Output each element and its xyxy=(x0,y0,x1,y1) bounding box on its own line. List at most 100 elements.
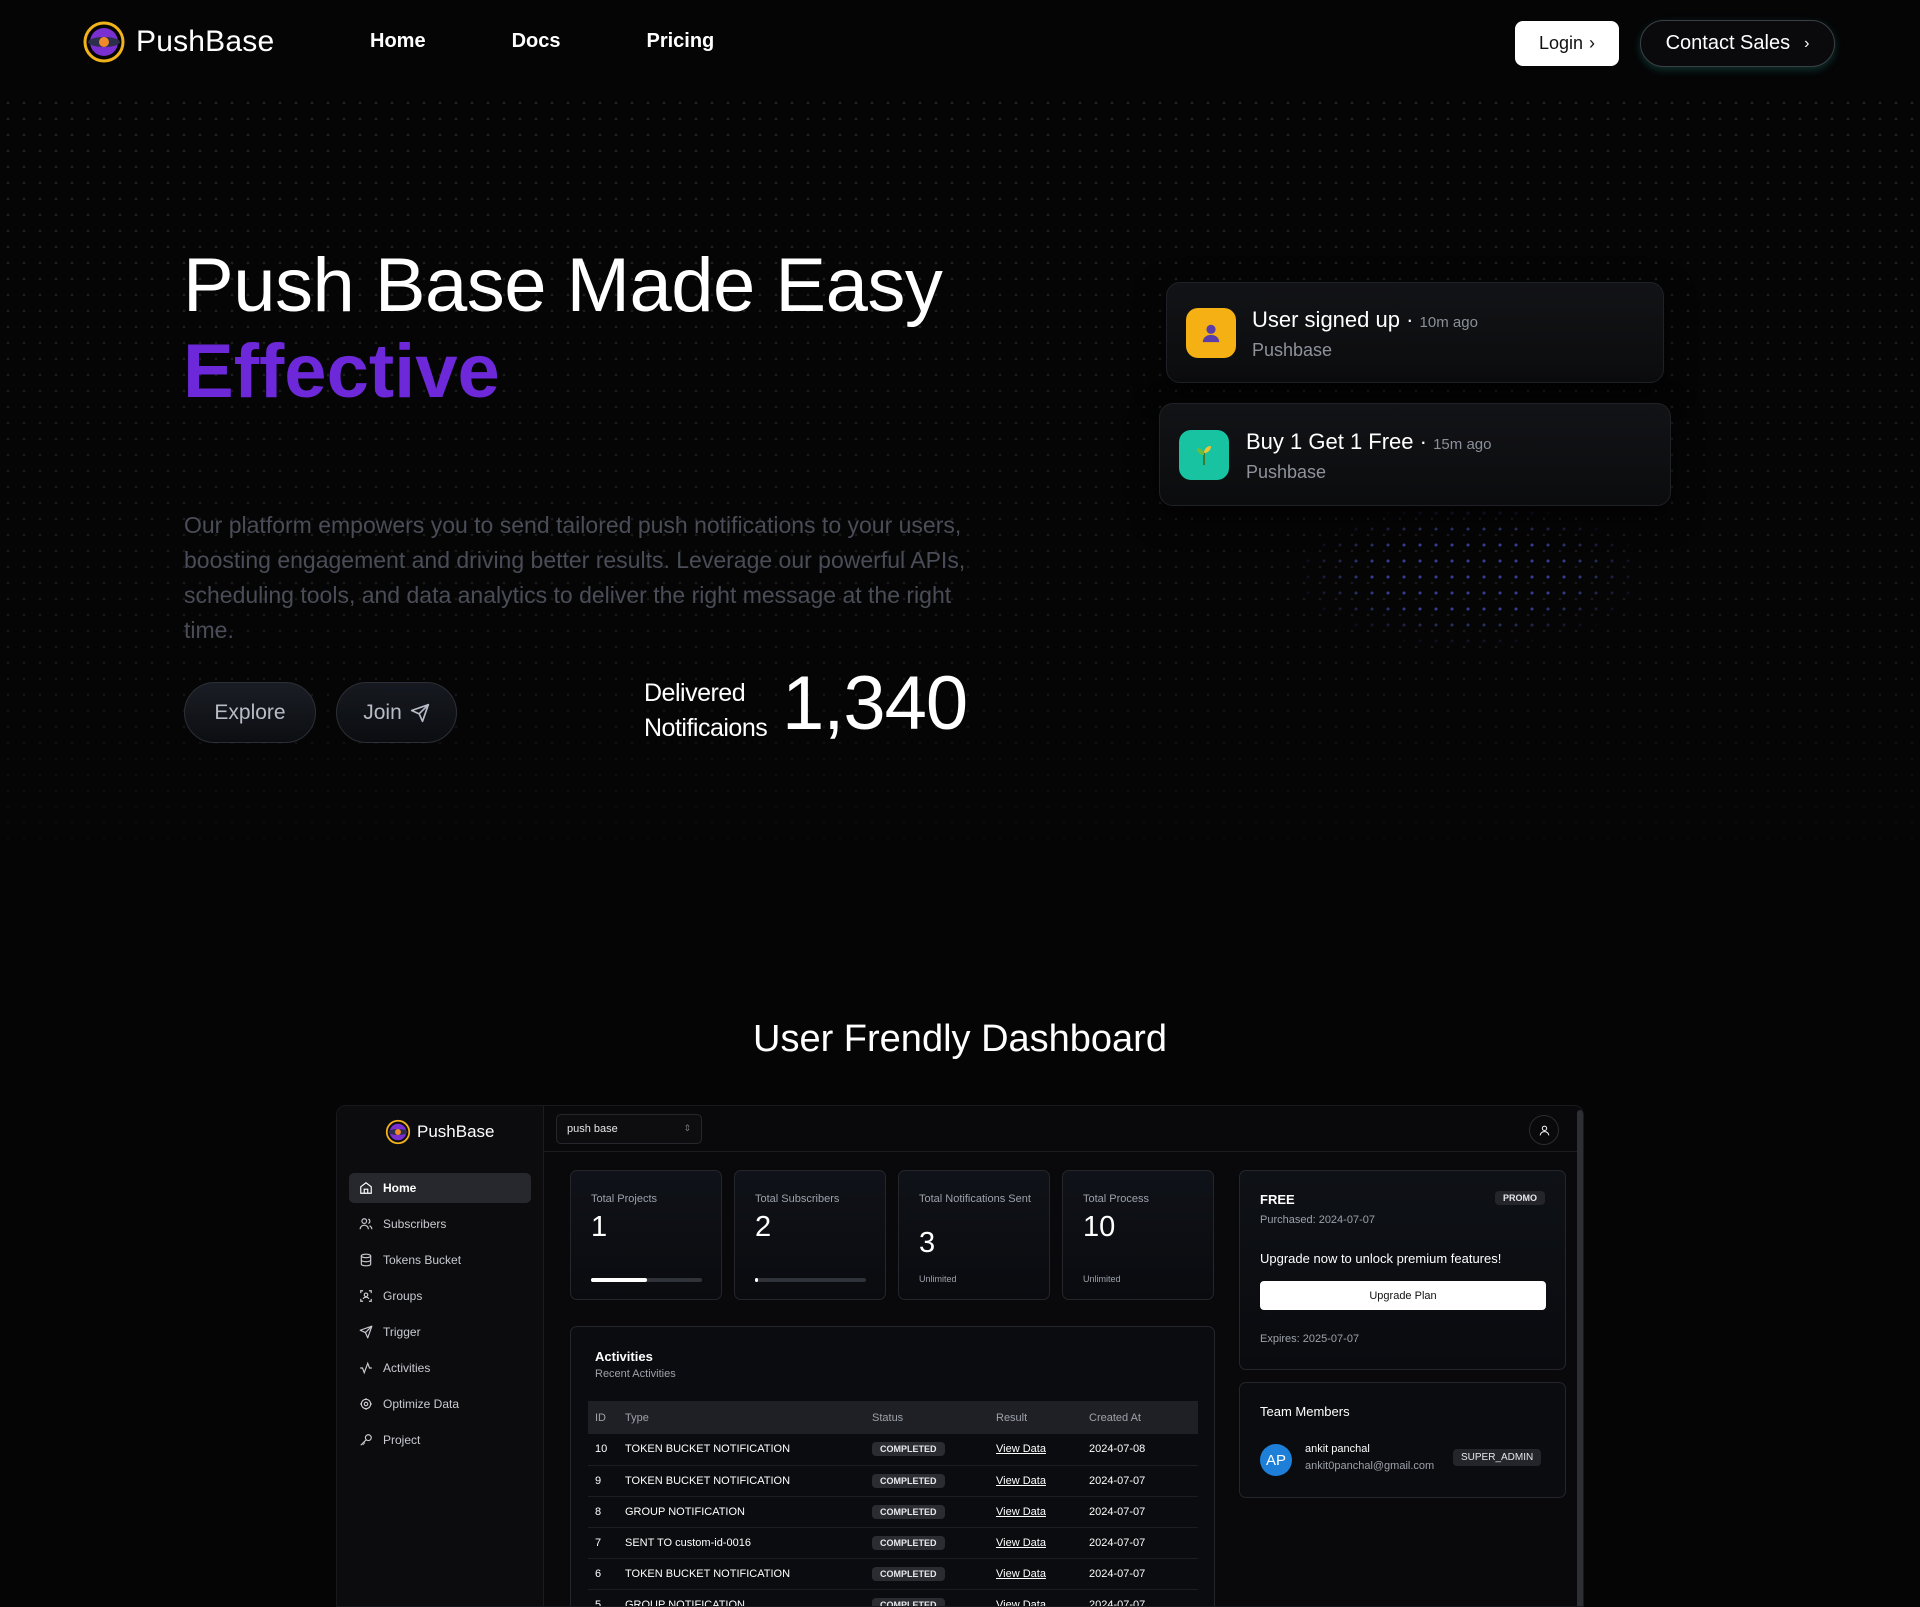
dashboard-brand[interactable]: PushBase xyxy=(385,1119,495,1145)
brand-logo[interactable]: PushBase xyxy=(82,20,274,64)
stat-value: 1 xyxy=(591,1211,608,1243)
cell-created-at: 2024-07-08 xyxy=(1082,1434,1198,1466)
upgrade-plan-button[interactable]: Upgrade Plan xyxy=(1260,1281,1546,1310)
notification-title: Buy 1 Get 1 Free · 15m ago xyxy=(1246,429,1492,454)
cell-created-at: 2024-07-07 xyxy=(1082,1527,1198,1559)
join-button[interactable]: Join xyxy=(336,682,457,743)
brand-name: PushBase xyxy=(136,25,275,58)
column-header-result: Result xyxy=(989,1401,1082,1434)
delivered-notifications-count: 1,340 xyxy=(782,661,968,746)
dashboard-nav: Home Subscribers Tokens Bucket Groups Tr… xyxy=(349,1173,531,1461)
upgrade-message: Upgrade now to unlock premium features! xyxy=(1260,1251,1502,1266)
user-menu-button[interactable] xyxy=(1529,1115,1559,1145)
stat-note: Unlimited xyxy=(1083,1274,1121,1284)
column-header-id: ID xyxy=(588,1401,618,1434)
sidebar-item-project[interactable]: Project xyxy=(349,1425,531,1455)
cell-type: SENT TO custom-id-0016 xyxy=(618,1527,865,1559)
key-icon xyxy=(360,1434,372,1446)
cell-id: 5 xyxy=(588,1589,618,1606)
user-icon xyxy=(1539,1125,1549,1135)
stat-label: Total Subscribers xyxy=(755,1193,840,1205)
dashboard-topbar: push base ⇕ xyxy=(544,1106,1583,1152)
team-members-card: Team Members AP ankit panchal ankit0panc… xyxy=(1239,1382,1566,1498)
dashboard-preview: PushBase Home Subscribers Tokens Bucket … xyxy=(336,1105,1584,1607)
sidebar-item-activities[interactable]: Activities xyxy=(349,1353,531,1383)
sidebar-item-home[interactable]: Home xyxy=(349,1173,531,1203)
notification-time: 10m ago xyxy=(1419,314,1478,331)
view-data-link[interactable]: View Data xyxy=(996,1599,1046,1607)
plant-icon xyxy=(1179,430,1229,480)
project-select[interactable]: push base ⇕ xyxy=(556,1114,702,1144)
nav-link-home[interactable]: Home xyxy=(370,30,426,53)
cell-result: View Data xyxy=(989,1558,1082,1590)
status-badge: COMPLETED xyxy=(872,1597,945,1606)
table-row: 5 GROUP NOTIFICATION COMPLETED View Data 202… xyxy=(588,1589,1198,1607)
explore-label: Explore xyxy=(214,700,286,724)
activities-table: ID Type Status Result Created At 10 TOKEN… xyxy=(588,1401,1198,1607)
stat-label: Total Process xyxy=(1083,1193,1150,1205)
stat-progress-fill xyxy=(591,1278,647,1282)
cell-type: GROUP NOTIFICATION xyxy=(618,1589,865,1606)
sidebar-item-optimize-data[interactable]: Optimize Data xyxy=(349,1389,531,1419)
login-label: Login xyxy=(1538,33,1584,53)
login-button[interactable]: Login › xyxy=(1515,21,1619,66)
nav-link-docs[interactable]: Docs xyxy=(512,30,561,53)
status-badge: COMPLETED xyxy=(872,1442,945,1457)
delivered-label-line1: Delivered xyxy=(644,679,746,707)
scrollbar[interactable] xyxy=(1577,1110,1583,1606)
team-members-title: Team Members xyxy=(1260,1404,1350,1419)
cell-status: COMPLETED xyxy=(865,1434,989,1466)
cell-result: View Data xyxy=(989,1589,1082,1607)
nav-links: Home Docs Pricing xyxy=(370,30,800,53)
sidebar-item-tokens-bucket[interactable]: Tokens Bucket xyxy=(349,1245,531,1275)
sidebar-item-trigger[interactable]: Trigger xyxy=(349,1317,531,1347)
cell-status: COMPLETED xyxy=(865,1558,989,1590)
sidebar-item-label: Tokens Bucket xyxy=(383,1253,462,1267)
contact-sales-label: Contact Sales xyxy=(1665,32,1791,54)
notification-source: Pushbase xyxy=(1246,462,1327,482)
chevron-updown-icon: ⇕ xyxy=(683,1123,691,1133)
cell-result: View Data xyxy=(989,1465,1082,1497)
hero-description: Our platform empowers you to send tailor… xyxy=(184,512,966,643)
cell-status: COMPLETED xyxy=(865,1589,989,1606)
delivered-notifications-label: Delivered Notificaions xyxy=(644,676,768,746)
table-row: 9 TOKEN BUCKET NOTIFICATION COMPLETED View … xyxy=(588,1465,1198,1497)
stat-card-total-notifications: Total Notifications Sent 3 Unlimited xyxy=(898,1170,1050,1300)
cell-created-at: 2024-07-07 xyxy=(1082,1589,1198,1606)
view-data-link[interactable]: View Data xyxy=(996,1568,1046,1580)
notification-source: Pushbase xyxy=(1252,340,1333,360)
plan-promo-card: FREE PROMO Purchased: 2024-07-07 Upgrade… xyxy=(1239,1170,1566,1370)
cell-status: COMPLETED xyxy=(865,1527,989,1559)
member-name: ankit panchal xyxy=(1305,1443,1370,1455)
sidebar-item-label: Home xyxy=(383,1181,417,1195)
cell-result: View Data xyxy=(989,1496,1082,1528)
view-data-link[interactable]: View Data xyxy=(996,1475,1046,1487)
view-data-link[interactable]: View Data xyxy=(996,1443,1046,1455)
chevron-right-icon: › xyxy=(1589,33,1596,53)
stat-card-total-process: Total Process 10 Unlimited xyxy=(1062,1170,1214,1300)
pushbase-logo-icon xyxy=(82,20,126,64)
table-header-row: ID Type Status Result Created At xyxy=(588,1401,1198,1434)
cell-status: COMPLETED xyxy=(865,1465,989,1497)
view-data-link[interactable]: View Data xyxy=(996,1537,1046,1549)
users-icon xyxy=(359,1218,373,1230)
notification-time: 15m ago xyxy=(1433,436,1492,453)
section-title: User Frendly Dashboard xyxy=(753,1018,1167,1060)
send-icon xyxy=(359,1325,373,1339)
contact-sales-button[interactable]: Contact Sales › xyxy=(1640,20,1835,67)
nav-link-pricing[interactable]: Pricing xyxy=(646,30,714,53)
sidebar-item-subscribers[interactable]: Subscribers xyxy=(349,1209,531,1239)
stat-value: 3 xyxy=(919,1227,936,1259)
explore-button[interactable]: Explore xyxy=(184,682,316,743)
sidebar-item-groups[interactable]: Groups xyxy=(349,1281,531,1311)
cell-id: 10 xyxy=(588,1434,618,1466)
notification-title-text: Buy 1 Get 1 Free xyxy=(1246,429,1414,454)
table-row: 7 SENT TO custom-id-0016 COMPLETED View Dat… xyxy=(588,1527,1198,1559)
member-role-badge: SUPER_ADMIN xyxy=(1453,1449,1542,1466)
status-badge: COMPLETED xyxy=(872,1504,945,1519)
view-data-link[interactable]: View Data xyxy=(996,1506,1046,1518)
table-row: 10 TOKEN BUCKET NOTIFICATION COMPLETED View… xyxy=(588,1434,1198,1466)
promo-badge: PROMO xyxy=(1494,1191,1545,1205)
stat-card-total-subscribers: Total Subscribers 2 xyxy=(734,1170,886,1300)
user-icon xyxy=(1186,308,1236,358)
